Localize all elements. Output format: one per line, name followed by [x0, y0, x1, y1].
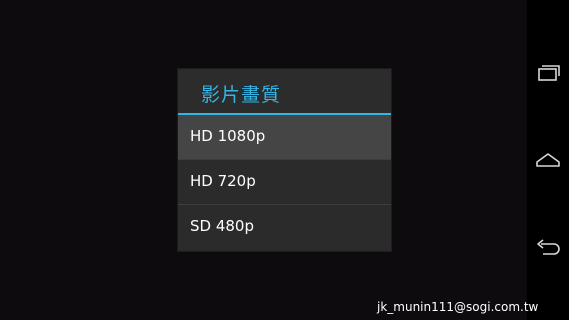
watermark-text: jk_munin111@sogi.com.tw [377, 300, 539, 314]
home-button[interactable] [527, 140, 569, 180]
back-icon [537, 239, 560, 255]
dialog-title: 影片畫質 [201, 84, 282, 106]
quality-option-hd-1080p[interactable]: HD 1080p [178, 115, 391, 159]
recent-apps-icon [538, 65, 560, 81]
option-label: SD 480p [190, 217, 254, 235]
navigation-bar [527, 0, 569, 320]
dialog-header: 影片畫質 [178, 69, 391, 113]
video-quality-dialog: 影片畫質 HD 1080p HD 720p SD 480p [178, 69, 391, 251]
home-icon [536, 153, 560, 167]
back-button[interactable] [527, 228, 569, 268]
option-label: HD 720p [190, 172, 256, 190]
quality-option-sd-480p[interactable]: SD 480p [178, 205, 391, 249]
quality-option-hd-720p[interactable]: HD 720p [178, 160, 391, 204]
option-label: HD 1080p [190, 127, 266, 145]
recent-apps-button[interactable] [527, 52, 569, 92]
